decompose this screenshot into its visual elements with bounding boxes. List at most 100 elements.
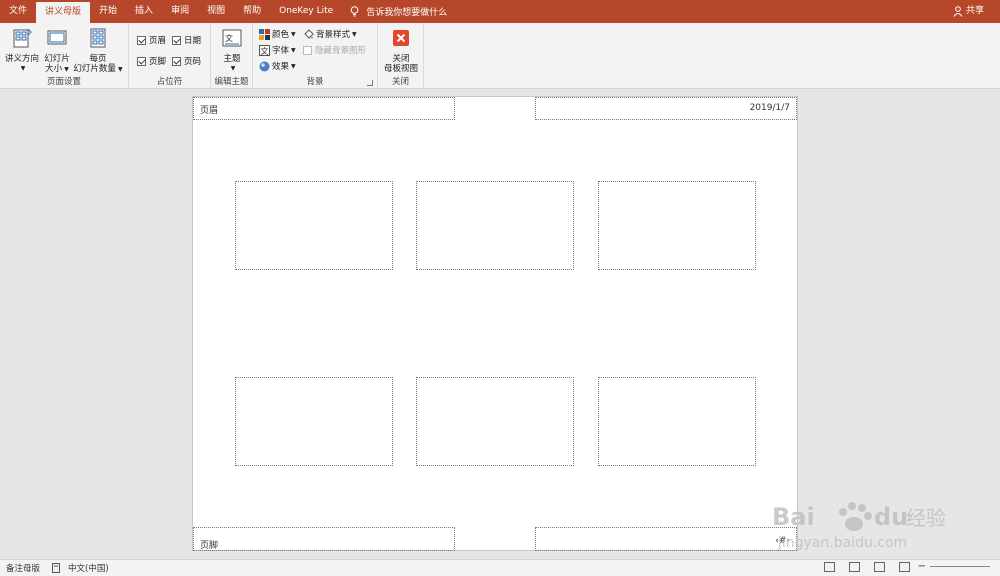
- slide-size-button[interactable]: 幻灯片 大小 ▼: [42, 27, 72, 75]
- hide-background-graphics-label: 隐藏背景图形: [315, 46, 367, 56]
- theme-icon: 文: [222, 29, 242, 47]
- ribbon: 讲义方向 ▼ 幻灯片 大小 ▼ 每页 幻灯片数量 ▼ 页面设置 页眉 日期 页脚…: [0, 23, 1000, 89]
- slide-show-icon[interactable]: [898, 561, 910, 572]
- slide-placeholder-5[interactable]: [416, 377, 574, 466]
- colors-label: 颜色: [272, 30, 290, 40]
- group-label-placeholders: 占位符: [156, 77, 183, 87]
- status-bar: 备注母版 中文(中国) −: [0, 559, 1000, 576]
- language-status[interactable]: 中文(中国): [68, 562, 109, 574]
- checkbox-checked-icon: [172, 35, 181, 45]
- slide-size-label-2: 大小 ▼: [45, 64, 69, 74]
- close-icon: [393, 30, 409, 46]
- reading-view-icon[interactable]: [873, 561, 885, 572]
- handout-page[interactable]: 页眉 2019/1/7 页脚 ‹#›: [192, 96, 798, 551]
- hide-background-graphics-checkbox[interactable]: 隐藏背景图形: [303, 44, 366, 56]
- footer-placeholder[interactable]: 页脚: [193, 527, 455, 551]
- tab-view[interactable]: 视图: [198, 0, 234, 23]
- font-icon: 文: [259, 44, 270, 56]
- lightbulb-icon: [350, 6, 359, 17]
- checkbox-checked-icon: [137, 35, 146, 45]
- svg-text:du: du: [874, 503, 908, 531]
- slides-per-page-icon: [90, 28, 106, 48]
- background-styles-button[interactable]: 背景样式 ▼: [303, 28, 357, 40]
- themes-label: 主题: [223, 54, 241, 64]
- zoom-slider[interactable]: [930, 566, 990, 567]
- svg-text:文: 文: [261, 46, 269, 56]
- group-label-background: 背景: [306, 77, 324, 87]
- person-icon: [953, 6, 963, 17]
- footer-placeholder-text: 页脚: [200, 541, 219, 551]
- slide-placeholder-6[interactable]: [598, 377, 756, 466]
- zoom-out-icon[interactable]: −: [918, 561, 926, 572]
- slide-placeholder-4[interactable]: [235, 377, 393, 466]
- tab-help[interactable]: 帮助: [234, 0, 270, 23]
- close-label-2: 母板视图: [383, 64, 418, 74]
- group-page-setup: 讲义方向 ▼ 幻灯片 大小 ▼ 每页 幻灯片数量 ▼ 页面设置: [0, 23, 129, 89]
- tab-handout-master[interactable]: 讲义母版: [36, 2, 91, 23]
- fonts-label: 字体: [272, 46, 290, 56]
- header-checkbox-label: 页眉: [149, 36, 167, 46]
- status-right-controls: −: [810, 561, 994, 572]
- accessibility-icon[interactable]: [52, 563, 62, 573]
- group-close: 关闭 母板视图 关闭: [378, 23, 424, 89]
- slide-sorter-view-icon[interactable]: [848, 561, 860, 572]
- slide-placeholder-1[interactable]: [235, 181, 393, 270]
- page-number-placeholder[interactable]: ‹#›: [535, 527, 797, 551]
- themes-button[interactable]: 文 主题 ▼: [218, 27, 246, 74]
- effects-label: 效果: [272, 62, 290, 72]
- footer-checkbox-label: 页脚: [149, 57, 167, 67]
- tab-onekey-lite[interactable]: OneKey Lite: [270, 0, 342, 23]
- group-placeholders: 页眉 日期 页脚 页码 占位符: [129, 23, 211, 89]
- date-checkbox-label: 日期: [184, 36, 202, 46]
- background-styles-label: 背景样式: [316, 30, 351, 40]
- tab-review[interactable]: 审阅: [162, 0, 198, 23]
- slides-per-page-label-2: 幻灯片数量 ▼: [73, 64, 123, 74]
- group-label-close: 关闭: [391, 77, 409, 87]
- handout-orientation-icon: [13, 28, 32, 48]
- tab-insert[interactable]: 插入: [126, 0, 162, 23]
- handout-orientation-label: 讲义方向: [4, 54, 39, 64]
- group-label-page-setup: 页面设置: [46, 77, 81, 87]
- group-label-edit-theme: 编辑主题: [214, 77, 249, 87]
- slide-size-label-1: 幻灯片: [44, 54, 70, 64]
- page-number-placeholder-text: ‹#›: [775, 536, 790, 546]
- tell-me-placeholder: 告诉我你想要做什么: [366, 8, 448, 18]
- header-placeholder[interactable]: 页眉: [193, 97, 455, 120]
- share-button[interactable]: 共享: [953, 0, 984, 23]
- slides-per-page-button[interactable]: 每页 幻灯片数量 ▼: [72, 27, 124, 75]
- effects-button[interactable]: 效果 ▼: [259, 60, 296, 72]
- ribbon-tab-bar: 文件 讲义母版 开始 插入 审阅 视图 帮助 OneKey Lite 告诉我你想…: [0, 0, 1000, 23]
- slide-placeholder-3[interactable]: [598, 181, 756, 270]
- color-palette-icon: [259, 28, 270, 40]
- svg-text:文: 文: [225, 33, 233, 43]
- page-number-checkbox[interactable]: 页码: [172, 55, 201, 67]
- group-background: 颜色 ▼ 文 字体 ▼ 效果 ▼ 背景样式 ▼ 隐藏背景图形 背景: [253, 23, 378, 89]
- checkbox-unchecked-icon: [303, 45, 312, 55]
- fonts-button[interactable]: 文 字体 ▼: [259, 44, 296, 56]
- tab-home[interactable]: 开始: [90, 0, 126, 23]
- close-master-view-button[interactable]: 关闭 母板视图: [380, 27, 422, 74]
- close-label-1: 关闭: [392, 54, 410, 64]
- date-placeholder[interactable]: 2019/1/7: [535, 97, 797, 120]
- tab-file[interactable]: 文件: [0, 0, 36, 23]
- slide-size-icon: [47, 30, 67, 45]
- checkbox-checked-icon: [137, 56, 146, 66]
- group-edit-theme: 文 主题 ▼ 编辑主题: [211, 23, 253, 89]
- handout-orientation-button[interactable]: 讲义方向 ▼: [4, 27, 40, 74]
- colors-button[interactable]: 颜色 ▼: [259, 28, 296, 40]
- checkbox-checked-icon: [172, 56, 181, 66]
- slides-per-page-label-1: 每页: [89, 54, 107, 64]
- normal-view-icon[interactable]: [823, 561, 835, 572]
- header-checkbox[interactable]: 页眉: [137, 34, 166, 46]
- date-placeholder-text: 2019/1/7: [749, 103, 790, 113]
- view-name-status: 备注母版: [6, 564, 41, 574]
- svg-text:经验: 经验: [906, 506, 946, 530]
- chevron-down-icon: ▼: [20, 65, 26, 72]
- effects-icon: [259, 61, 270, 71]
- header-placeholder-text: 页眉: [200, 106, 219, 116]
- slide-placeholder-2[interactable]: [416, 181, 574, 270]
- date-checkbox[interactable]: 日期: [172, 34, 201, 46]
- page-number-checkbox-label: 页码: [184, 57, 202, 67]
- tell-me-box[interactable]: 告诉我你想要做什么: [342, 0, 447, 23]
- footer-checkbox[interactable]: 页脚: [137, 55, 166, 67]
